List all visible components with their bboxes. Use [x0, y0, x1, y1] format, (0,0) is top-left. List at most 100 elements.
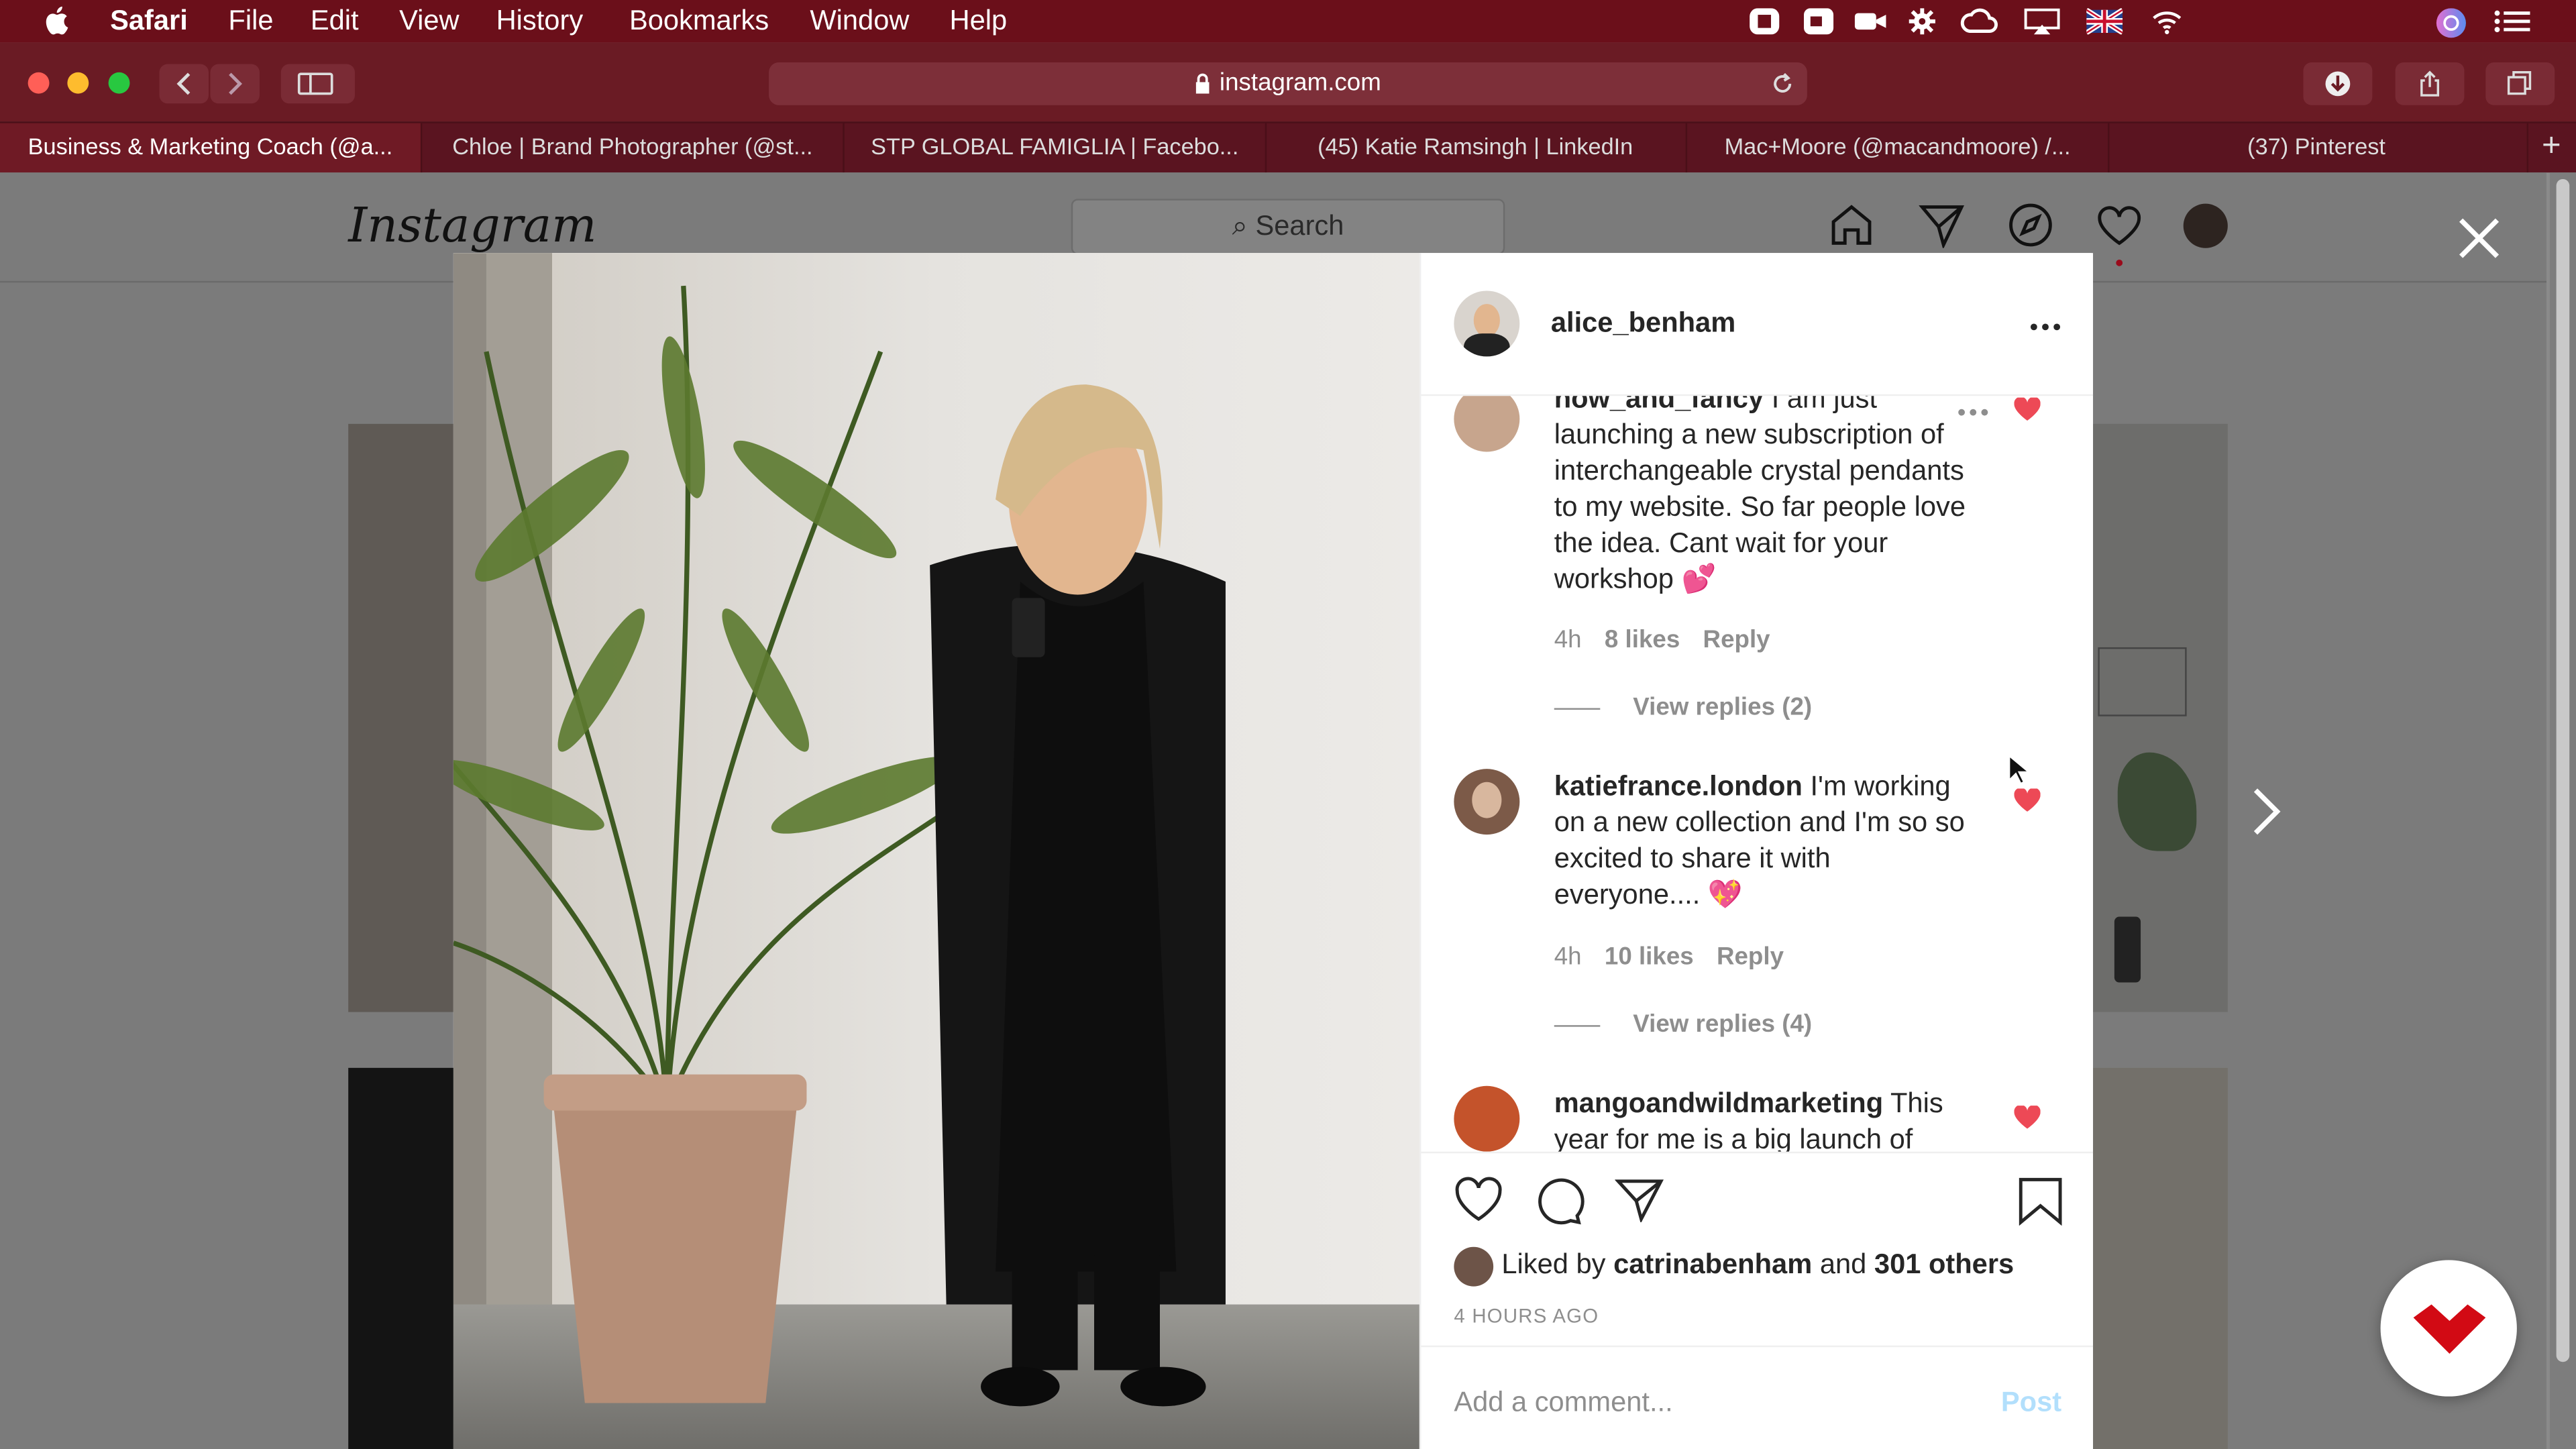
- grid-thumbnail[interactable]: [348, 423, 457, 1012]
- tab-katie-ramsingh-linkedin[interactable]: (45) Katie Ramsingh | LinkedIn: [1265, 123, 1688, 173]
- comment-text: now_and_fancy I am just launching a new …: [1554, 396, 1973, 598]
- url-text: instagram.com: [1219, 68, 1381, 97]
- author-avatar-face: [1473, 304, 1500, 337]
- activity-heart-icon[interactable]: [2094, 202, 2143, 268]
- liker-avatar[interactable]: [1454, 1246, 1494, 1287]
- view-replies-label: View replies (4): [1633, 1010, 1813, 1038]
- post-photo-artwork: [453, 253, 1419, 1449]
- creative-cloud-icon[interactable]: [1960, 8, 2000, 34]
- explore-compass-icon[interactable]: [2008, 202, 2054, 248]
- comment-like-heart-icon[interactable]: [2014, 1106, 2041, 1129]
- likes-summary: Liked by catrinabenham and 301 others: [1501, 1248, 2014, 1281]
- comment-reply-button[interactable]: Reply: [1717, 943, 1784, 971]
- uk-flag-icon[interactable]: [2086, 8, 2123, 35]
- grid-thumbnail-phone: [2114, 916, 2141, 983]
- liked-by-others[interactable]: 301 others: [1874, 1248, 2014, 1280]
- video-camera-icon[interactable]: [1853, 8, 1889, 34]
- reload-icon[interactable]: [1771, 70, 1794, 97]
- tab-overview-button[interactable]: [2485, 62, 2555, 105]
- comment-username[interactable]: katiefrance.london: [1554, 771, 1803, 802]
- comment-username[interactable]: mangoandwildmarketing: [1554, 1087, 1883, 1119]
- menu-file[interactable]: File: [228, 5, 273, 38]
- grid-thumbnail[interactable]: [348, 1067, 457, 1449]
- tab-chloe-brand-photographer[interactable]: Chloe | Brand Photographer (@st...: [422, 123, 845, 173]
- download-icon: [2325, 71, 2351, 97]
- liked-by-user[interactable]: catrinabenham: [1613, 1248, 1812, 1280]
- record-icon[interactable]: [1748, 8, 1781, 35]
- floating-widget-button[interactable]: [2380, 1260, 2517, 1397]
- comments-list[interactable]: now_and_fancy I am just launching a new …: [1421, 396, 2093, 1152]
- tab-business-marketing-coach[interactable]: Business & Marketing Coach (@a...: [0, 123, 423, 173]
- comment-body: I am just launching a new subscription o…: [1554, 396, 1966, 595]
- direct-message-icon[interactable]: [1919, 202, 1965, 248]
- grid-thumbnail[interactable]: [2091, 423, 2228, 1012]
- fullscreen-window-button[interactable]: [108, 72, 130, 94]
- comment-input[interactable]: Add a comment...: [1454, 1387, 1672, 1419]
- scrollbar-thumb[interactable]: [2556, 178, 2570, 1362]
- control-center-icon[interactable]: [2492, 8, 2532, 34]
- view-replies-label: View replies (2): [1633, 693, 1813, 722]
- instagram-logo[interactable]: Instagram: [348, 197, 596, 253]
- commenter-avatar[interactable]: [1454, 769, 1520, 835]
- close-window-button[interactable]: [28, 72, 50, 94]
- zoom-app-icon[interactable]: [1803, 8, 1835, 35]
- tab-stp-global-famiglia[interactable]: STP GLOBAL FAMIGLIA | Facebo...: [845, 123, 1267, 173]
- tabs-icon: [2507, 71, 2532, 95]
- menu-bookmarks[interactable]: Bookmarks: [629, 5, 769, 38]
- post-comment-button[interactable]: Post: [2001, 1387, 2061, 1419]
- commenter-avatar[interactable]: [1454, 396, 1520, 452]
- sidebar-icon: [297, 72, 333, 95]
- minimize-window-button[interactable]: [67, 72, 89, 94]
- more-options-icon[interactable]: [2029, 322, 2062, 332]
- menu-app-safari[interactable]: Safari: [110, 5, 188, 38]
- tab-pinterest[interactable]: (37) Pinterest: [2106, 123, 2529, 173]
- grid-thumbnail[interactable]: [2091, 1067, 2228, 1449]
- menu-edit[interactable]: Edit: [311, 5, 359, 38]
- sidebar-toggle-button[interactable]: [280, 64, 355, 104]
- close-icon[interactable]: [2455, 213, 2504, 262]
- share-button[interactable]: [2395, 62, 2465, 105]
- view-replies-button[interactable]: View replies (4): [1554, 1010, 1812, 1038]
- forward-button[interactable]: [210, 64, 260, 104]
- home-icon[interactable]: [1829, 202, 1875, 248]
- gear-icon[interactable]: [1906, 8, 1939, 35]
- address-bar[interactable]: instagram.com: [769, 62, 1807, 105]
- commenter-avatar[interactable]: [1454, 1085, 1520, 1152]
- view-replies-button[interactable]: View replies (2): [1554, 693, 1812, 721]
- share-paper-plane-icon[interactable]: [1615, 1176, 1664, 1223]
- tab-mac-moore[interactable]: Mac+Moore (@macandmoore) /...: [1687, 123, 2110, 173]
- comment-bubble-icon[interactable]: [1533, 1176, 1585, 1225]
- post-timestamp[interactable]: 4 HOURS AGO: [1454, 1305, 1599, 1328]
- liked-by-and: and: [1819, 1248, 1867, 1280]
- author-username[interactable]: alice_benham: [1551, 307, 1735, 340]
- tab-bar: Business & Marketing Coach (@a... Chloe …: [0, 121, 2576, 173]
- menu-view[interactable]: View: [399, 5, 460, 38]
- next-post-chevron-icon[interactable]: [2247, 786, 2287, 838]
- bookmark-icon[interactable]: [2017, 1176, 2063, 1226]
- back-button[interactable]: [159, 64, 209, 104]
- search-input[interactable]: ⌕ Search: [1071, 199, 1505, 255]
- comment-username[interactable]: now_and_fancy: [1554, 396, 1764, 414]
- page-scrollbar[interactable]: [2549, 172, 2576, 1449]
- comment-likes[interactable]: 10 likes: [1605, 943, 1694, 971]
- comment-like-heart-icon[interactable]: [2014, 397, 2041, 421]
- comment-like-heart-icon[interactable]: [2014, 788, 2041, 812]
- author-avatar[interactable]: [1454, 290, 1520, 357]
- apple-icon[interactable]: [43, 5, 69, 36]
- like-heart-icon[interactable]: [1454, 1176, 1503, 1222]
- comment-reply-button[interactable]: Reply: [1703, 626, 1770, 654]
- comment-options-icon[interactable]: [1957, 407, 1990, 417]
- view-replies-line: [1554, 1024, 1601, 1026]
- siri-icon[interactable]: [2434, 8, 2467, 38]
- menu-window[interactable]: Window: [810, 5, 909, 38]
- profile-avatar[interactable]: [2183, 203, 2228, 248]
- share-icon: [2420, 70, 2440, 97]
- menu-history[interactable]: History: [496, 5, 584, 38]
- post-photo[interactable]: [453, 253, 1419, 1449]
- airplay-icon[interactable]: [2024, 8, 2060, 35]
- comment-likes[interactable]: 8 likes: [1605, 626, 1680, 654]
- downloads-button[interactable]: [2303, 62, 2373, 105]
- menu-help[interactable]: Help: [950, 5, 1008, 38]
- new-tab-button[interactable]: +: [2527, 123, 2576, 172]
- wifi-icon[interactable]: [2151, 8, 2184, 34]
